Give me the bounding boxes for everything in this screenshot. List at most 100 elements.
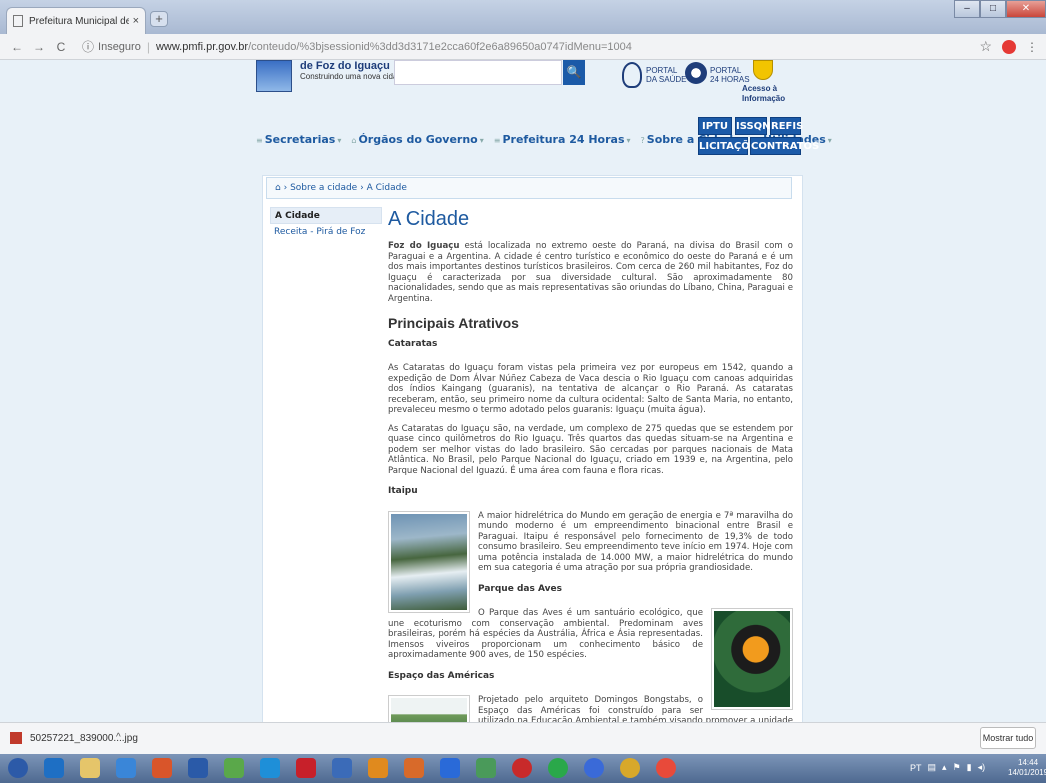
dam-photo bbox=[391, 513, 467, 610]
info-access-icon[interactable] bbox=[753, 60, 773, 80]
breadcrumb-sobre-cidade[interactable]: Sobre a cidade bbox=[290, 183, 357, 193]
app-icon[interactable] bbox=[512, 758, 532, 778]
caret-up-icon[interactable]: ^ bbox=[116, 732, 121, 743]
download-filename[interactable]: 50257221_839000....jpg bbox=[30, 733, 138, 744]
tab-title: Prefeitura Municipal de Foz do I... bbox=[29, 15, 129, 27]
city-logo[interactable] bbox=[256, 60, 292, 92]
url-host: www.pmfi.pr.gov.br bbox=[155, 40, 249, 53]
acesso-informacao-link[interactable]: Acesso à Informação bbox=[742, 84, 785, 104]
network-icon[interactable]: ▮ bbox=[967, 762, 972, 773]
window-controls: – □ ✕ bbox=[954, 0, 1046, 18]
itaipu-image[interactable] bbox=[388, 510, 470, 613]
nav-orgaos[interactable]: ⌂ Órgãos do Governo ▾ bbox=[351, 133, 483, 146]
section-title: Principais Atrativos bbox=[388, 315, 519, 331]
search-input[interactable] bbox=[394, 60, 562, 85]
acesso-line1: Acesso à bbox=[742, 84, 778, 93]
clock[interactable]: 14:44 14/01/2019 bbox=[1008, 758, 1046, 778]
portal-24h-line1: PORTAL bbox=[710, 66, 742, 75]
taskbar: PT ▤ ▴ ⚑ ▮ ◂) 14:44 14/01/2019 bbox=[0, 754, 1046, 783]
back-button[interactable]: ← bbox=[8, 40, 26, 54]
bookmark-star-icon[interactable]: ☆ bbox=[979, 38, 992, 55]
sidebar: A Cidade Receita - Pirá de Foz bbox=[270, 207, 382, 241]
show-all-button[interactable]: Mostrar tudo bbox=[980, 727, 1036, 749]
media-player-icon[interactable] bbox=[44, 758, 64, 778]
start-icon[interactable] bbox=[8, 758, 28, 778]
internet-explorer-icon[interactable] bbox=[116, 758, 136, 778]
breadcrumb-separator: › bbox=[283, 183, 288, 193]
logo-title: de Foz do Iguaçu bbox=[300, 60, 390, 72]
app-icon[interactable] bbox=[548, 758, 568, 778]
app-icon[interactable] bbox=[620, 758, 640, 778]
browser-tab[interactable]: Prefeitura Municipal de Foz do I... × bbox=[6, 7, 146, 34]
language-indicator[interactable]: PT bbox=[910, 763, 922, 773]
app-icon[interactable] bbox=[224, 758, 244, 778]
portal-24h-line2: 24 HORAS bbox=[710, 75, 750, 84]
nav-icon: ? bbox=[640, 135, 645, 145]
system-tray: PT ▤ ▴ ⚑ ▮ ◂) bbox=[910, 762, 985, 773]
portal-saude-line1: PORTAL bbox=[646, 66, 678, 75]
nav-prefeitura-24h[interactable]: ≡ Prefeitura 24 Horas ▾ bbox=[494, 133, 631, 146]
sidebar-item-a-cidade[interactable]: A Cidade bbox=[270, 207, 382, 224]
new-tab-button[interactable]: + bbox=[150, 11, 168, 27]
up-arrow-icon[interactable]: ▴ bbox=[942, 762, 947, 773]
download-bar: 50257221_839000....jpg ^ Mostrar tudo bbox=[0, 722, 1046, 754]
url-field[interactable]: www.pmfi.pr.gov.br/conteudo/%3bjsessioni… bbox=[156, 41, 979, 53]
chrome-icon[interactable] bbox=[656, 758, 676, 778]
close-window-button[interactable]: ✕ bbox=[1006, 0, 1046, 18]
toucan-image[interactable] bbox=[711, 608, 793, 710]
home-icon[interactable]: ⌂ bbox=[275, 183, 281, 193]
nav-secretarias[interactable]: ≡ Secretarias ▾ bbox=[256, 133, 341, 146]
paint-icon[interactable] bbox=[152, 758, 172, 778]
word-icon[interactable] bbox=[188, 758, 208, 778]
breadcrumb-a-cidade[interactable]: A Cidade bbox=[367, 183, 407, 193]
tab-close-icon[interactable]: × bbox=[133, 15, 139, 27]
chevron-down-icon: ▾ bbox=[626, 135, 631, 145]
page-title: A Cidade bbox=[388, 208, 470, 230]
refis-button[interactable]: REFIS bbox=[770, 117, 803, 135]
flag-icon[interactable]: ⚑ bbox=[953, 762, 961, 773]
profile-avatar[interactable] bbox=[1002, 39, 1016, 54]
search-button[interactable]: 🔍 bbox=[563, 60, 585, 85]
menu-icon[interactable]: ⋮ bbox=[1026, 40, 1038, 54]
portal-saude-icon[interactable] bbox=[622, 62, 642, 88]
clock-icon[interactable] bbox=[685, 62, 707, 84]
maximize-button[interactable]: □ bbox=[980, 0, 1006, 18]
app-icon[interactable] bbox=[332, 758, 352, 778]
portal-24h-link[interactable]: PORTAL 24 HORAS bbox=[710, 66, 750, 84]
pdf-icon[interactable] bbox=[296, 758, 316, 778]
app-icon[interactable] bbox=[368, 758, 388, 778]
app-icon[interactable] bbox=[584, 758, 604, 778]
portal-saude-link[interactable]: PORTAL DA SAÚDE bbox=[646, 66, 686, 84]
americas-image[interactable] bbox=[388, 695, 470, 722]
iptu-button[interactable]: IPTU bbox=[698, 117, 732, 135]
app-icon[interactable] bbox=[404, 758, 424, 778]
nav-icon: ⌂ bbox=[351, 135, 357, 145]
skype-icon[interactable] bbox=[260, 758, 280, 778]
app-icon[interactable] bbox=[440, 758, 460, 778]
minimize-button[interactable]: – bbox=[954, 0, 980, 18]
keyboard-icon[interactable]: ▤ bbox=[928, 762, 937, 773]
intro-paragraph: Foz do Iguaçu está localizada no extremo… bbox=[388, 241, 793, 304]
chevron-down-icon: ▾ bbox=[337, 135, 342, 145]
info-icon[interactable]: ⓘ bbox=[82, 38, 94, 55]
itaipu-title: Itaipu bbox=[388, 486, 418, 496]
contratos-button[interactable]: CONTRATOS bbox=[750, 137, 819, 155]
nav-label: Secretarias bbox=[264, 132, 336, 146]
volume-icon[interactable]: ◂) bbox=[978, 762, 986, 773]
url-path: /conteudo/%3bjsessionid%3dd3d3171e2cca60… bbox=[248, 40, 632, 53]
address-bar: ← → C ⓘ Inseguro | www.pmfi.pr.gov.br/co… bbox=[0, 34, 1046, 60]
app-icon[interactable] bbox=[476, 758, 496, 778]
clock-date: 14/01/2019 bbox=[1008, 768, 1046, 777]
nav-label: Órgãos do Governo bbox=[358, 132, 478, 146]
acesso-line2: Informação bbox=[742, 94, 786, 103]
forward-button[interactable]: → bbox=[30, 40, 48, 54]
url-separator: | bbox=[146, 39, 150, 54]
licitacoes-button[interactable]: LICITAÇÕES bbox=[698, 137, 764, 155]
logo-subtitle: Construindo uma nova cidade bbox=[300, 72, 407, 81]
sidebar-item-receita[interactable]: Receita - Pirá de Foz bbox=[270, 224, 382, 241]
chevron-down-icon: ▾ bbox=[479, 135, 484, 145]
issqn-button[interactable]: ISSQN bbox=[735, 117, 771, 135]
nav-label: Prefeitura 24 Horas bbox=[502, 132, 625, 146]
file-explorer-icon[interactable] bbox=[80, 758, 100, 778]
reload-button[interactable]: C bbox=[52, 40, 70, 54]
